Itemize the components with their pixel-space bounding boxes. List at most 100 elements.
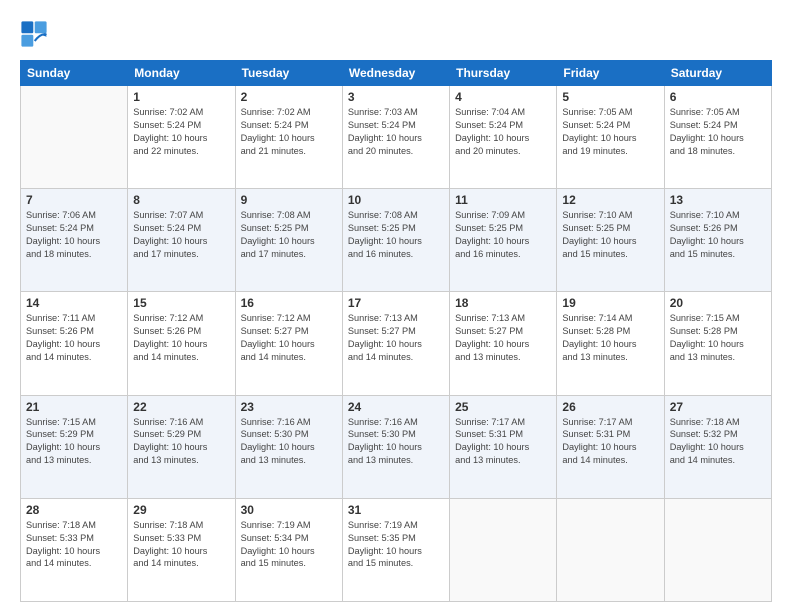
day-info: Sunrise: 7:19 AMSunset: 5:34 PMDaylight:…	[241, 519, 337, 571]
day-number: 8	[133, 193, 229, 207]
day-info: Sunrise: 7:08 AMSunset: 5:25 PMDaylight:…	[348, 209, 444, 261]
calendar-day-cell: 23 Sunrise: 7:16 AMSunset: 5:30 PMDayligh…	[235, 395, 342, 498]
day-info: Sunrise: 7:12 AMSunset: 5:26 PMDaylight:…	[133, 312, 229, 364]
calendar-day-cell: 14 Sunrise: 7:11 AMSunset: 5:26 PMDayligh…	[21, 292, 128, 395]
day-info: Sunrise: 7:08 AMSunset: 5:25 PMDaylight:…	[241, 209, 337, 261]
day-info: Sunrise: 7:09 AMSunset: 5:25 PMDaylight:…	[455, 209, 551, 261]
day-info: Sunrise: 7:15 AMSunset: 5:28 PMDaylight:…	[670, 312, 766, 364]
day-number: 30	[241, 503, 337, 517]
day-number: 24	[348, 400, 444, 414]
calendar-day-cell: 4 Sunrise: 7:04 AMSunset: 5:24 PMDaylight…	[450, 86, 557, 189]
weekday-header-friday: Friday	[557, 61, 664, 86]
day-number: 25	[455, 400, 551, 414]
header	[20, 20, 772, 48]
calendar-week-row: 7 Sunrise: 7:06 AMSunset: 5:24 PMDaylight…	[21, 189, 772, 292]
calendar-day-cell: 31Sunrise: 7:19 AMSunset: 5:35 PMDayligh…	[342, 498, 449, 601]
calendar-week-row: 1Sunrise: 7:02 AMSunset: 5:24 PMDaylight…	[21, 86, 772, 189]
calendar-day-cell: 24 Sunrise: 7:16 AMSunset: 5:30 PMDayligh…	[342, 395, 449, 498]
weekday-header-monday: Monday	[128, 61, 235, 86]
calendar-day-cell: 30 Sunrise: 7:19 AMSunset: 5:34 PMDayligh…	[235, 498, 342, 601]
calendar-day-cell: 1Sunrise: 7:02 AMSunset: 5:24 PMDaylight…	[128, 86, 235, 189]
calendar-day-cell: 18Sunrise: 7:13 AMSunset: 5:27 PMDayligh…	[450, 292, 557, 395]
day-info: Sunrise: 7:02 AMSunset: 5:24 PMDaylight:…	[133, 106, 229, 158]
calendar-day-cell: 19 Sunrise: 7:14 AMSunset: 5:28 PMDayligh…	[557, 292, 664, 395]
day-number: 31	[348, 503, 444, 517]
weekday-header-row: SundayMondayTuesdayWednesdayThursdayFrid…	[21, 61, 772, 86]
day-number: 28	[26, 503, 122, 517]
calendar-day-cell: 16Sunrise: 7:12 AMSunset: 5:27 PMDayligh…	[235, 292, 342, 395]
calendar-day-cell: 29 Sunrise: 7:18 AMSunset: 5:33 PMDayligh…	[128, 498, 235, 601]
day-number: 12	[562, 193, 658, 207]
page: SundayMondayTuesdayWednesdayThursdayFrid…	[0, 0, 792, 612]
calendar-day-cell	[664, 498, 771, 601]
calendar-day-cell: 3 Sunrise: 7:03 AMSunset: 5:24 PMDaylight…	[342, 86, 449, 189]
day-number: 22	[133, 400, 229, 414]
day-info: Sunrise: 7:18 AMSunset: 5:32 PMDaylight:…	[670, 416, 766, 468]
day-info: Sunrise: 7:05 AMSunset: 5:24 PMDaylight:…	[562, 106, 658, 158]
day-info: Sunrise: 7:10 AMSunset: 5:25 PMDaylight:…	[562, 209, 658, 261]
day-number: 5	[562, 90, 658, 104]
day-number: 7	[26, 193, 122, 207]
day-info: Sunrise: 7:05 AMSunset: 5:24 PMDaylight:…	[670, 106, 766, 158]
day-number: 9	[241, 193, 337, 207]
calendar-day-cell	[557, 498, 664, 601]
calendar-day-cell	[21, 86, 128, 189]
calendar-day-cell: 27 Sunrise: 7:18 AMSunset: 5:32 PMDayligh…	[664, 395, 771, 498]
day-info: Sunrise: 7:13 AMSunset: 5:27 PMDaylight:…	[348, 312, 444, 364]
day-number: 27	[670, 400, 766, 414]
day-number: 29	[133, 503, 229, 517]
calendar-day-cell: 28 Sunrise: 7:18 AMSunset: 5:33 PMDayligh…	[21, 498, 128, 601]
day-info: Sunrise: 7:17 AMSunset: 5:31 PMDaylight:…	[562, 416, 658, 468]
day-info: Sunrise: 7:13 AMSunset: 5:27 PMDaylight:…	[455, 312, 551, 364]
day-info: Sunrise: 7:15 AMSunset: 5:29 PMDaylight:…	[26, 416, 122, 468]
day-info: Sunrise: 7:16 AMSunset: 5:29 PMDaylight:…	[133, 416, 229, 468]
calendar-day-cell: 15 Sunrise: 7:12 AMSunset: 5:26 PMDayligh…	[128, 292, 235, 395]
calendar-day-cell: 25 Sunrise: 7:17 AMSunset: 5:31 PMDayligh…	[450, 395, 557, 498]
day-number: 10	[348, 193, 444, 207]
day-info: Sunrise: 7:16 AMSunset: 5:30 PMDaylight:…	[241, 416, 337, 468]
calendar-day-cell: 2Sunrise: 7:02 AMSunset: 5:24 PMDaylight…	[235, 86, 342, 189]
calendar-week-row: 21 Sunrise: 7:15 AMSunset: 5:29 PMDayligh…	[21, 395, 772, 498]
calendar-day-cell: 20 Sunrise: 7:15 AMSunset: 5:28 PMDayligh…	[664, 292, 771, 395]
day-number: 14	[26, 296, 122, 310]
calendar-day-cell: 12 Sunrise: 7:10 AMSunset: 5:25 PMDayligh…	[557, 189, 664, 292]
calendar-day-cell: 22 Sunrise: 7:16 AMSunset: 5:29 PMDayligh…	[128, 395, 235, 498]
day-number: 17	[348, 296, 444, 310]
weekday-header-thursday: Thursday	[450, 61, 557, 86]
calendar-day-cell: 13Sunrise: 7:10 AMSunset: 5:26 PMDayligh…	[664, 189, 771, 292]
day-number: 19	[562, 296, 658, 310]
day-number: 11	[455, 193, 551, 207]
calendar-day-cell: 17 Sunrise: 7:13 AMSunset: 5:27 PMDayligh…	[342, 292, 449, 395]
day-info: Sunrise: 7:02 AMSunset: 5:24 PMDaylight:…	[241, 106, 337, 158]
weekday-header-wednesday: Wednesday	[342, 61, 449, 86]
day-number: 20	[670, 296, 766, 310]
day-number: 26	[562, 400, 658, 414]
day-info: Sunrise: 7:11 AMSunset: 5:26 PMDaylight:…	[26, 312, 122, 364]
calendar-day-cell: 10 Sunrise: 7:08 AMSunset: 5:25 PMDayligh…	[342, 189, 449, 292]
day-number: 4	[455, 90, 551, 104]
day-number: 16	[241, 296, 337, 310]
weekday-header-tuesday: Tuesday	[235, 61, 342, 86]
calendar-week-row: 28 Sunrise: 7:18 AMSunset: 5:33 PMDayligh…	[21, 498, 772, 601]
day-info: Sunrise: 7:04 AMSunset: 5:24 PMDaylight:…	[455, 106, 551, 158]
day-info: Sunrise: 7:18 AMSunset: 5:33 PMDaylight:…	[26, 519, 122, 571]
day-info: Sunrise: 7:17 AMSunset: 5:31 PMDaylight:…	[455, 416, 551, 468]
day-number: 21	[26, 400, 122, 414]
day-number: 3	[348, 90, 444, 104]
day-info: Sunrise: 7:14 AMSunset: 5:28 PMDaylight:…	[562, 312, 658, 364]
day-number: 23	[241, 400, 337, 414]
calendar-day-cell: 8Sunrise: 7:07 AMSunset: 5:24 PMDaylight…	[128, 189, 235, 292]
day-number: 13	[670, 193, 766, 207]
calendar-day-cell: 21 Sunrise: 7:15 AMSunset: 5:29 PMDayligh…	[21, 395, 128, 498]
day-info: Sunrise: 7:18 AMSunset: 5:33 PMDaylight:…	[133, 519, 229, 571]
day-info: Sunrise: 7:16 AMSunset: 5:30 PMDaylight:…	[348, 416, 444, 468]
weekday-header-saturday: Saturday	[664, 61, 771, 86]
calendar-day-cell: 6 Sunrise: 7:05 AMSunset: 5:24 PMDaylight…	[664, 86, 771, 189]
day-number: 15	[133, 296, 229, 310]
day-info: Sunrise: 7:06 AMSunset: 5:24 PMDaylight:…	[26, 209, 122, 261]
calendar-day-cell: 7 Sunrise: 7:06 AMSunset: 5:24 PMDaylight…	[21, 189, 128, 292]
day-info: Sunrise: 7:03 AMSunset: 5:24 PMDaylight:…	[348, 106, 444, 158]
day-number: 6	[670, 90, 766, 104]
logo-icon	[20, 20, 48, 48]
calendar-week-row: 14 Sunrise: 7:11 AMSunset: 5:26 PMDayligh…	[21, 292, 772, 395]
